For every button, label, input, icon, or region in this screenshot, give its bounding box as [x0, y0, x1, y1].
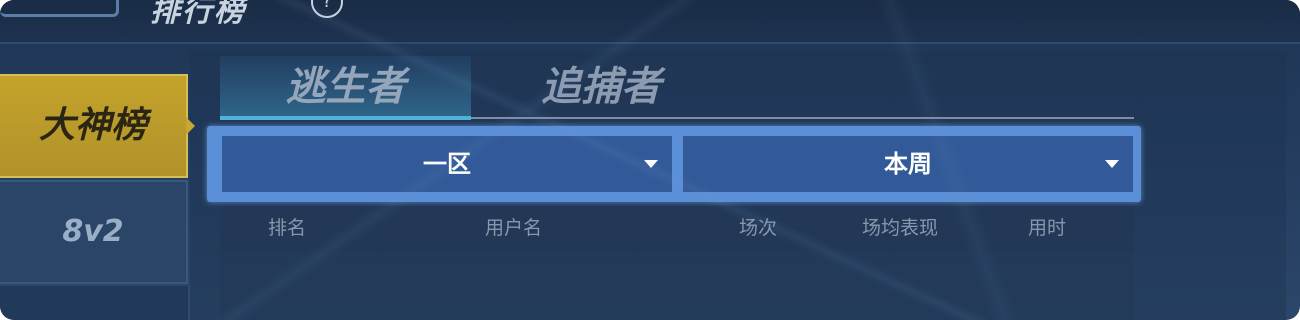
region-value: 一区 — [423, 150, 471, 178]
top-bar: 排行榜 ? — [0, 0, 1300, 44]
chevron-down-icon — [644, 160, 658, 168]
chevron-down-icon — [1105, 160, 1119, 168]
column-rank: 排名 — [268, 217, 307, 239]
page-title: 排行榜 — [150, 0, 246, 29]
period-dropdown[interactable]: 本周 — [683, 136, 1133, 192]
column-avg-performance: 场均表现 — [862, 217, 939, 239]
help-icon[interactable]: ? — [311, 0, 343, 18]
nav-active-arrow-icon — [186, 117, 195, 135]
period-value: 本周 — [884, 150, 932, 178]
logo-icon — [0, 0, 119, 17]
tab-hunter[interactable]: 追捕者 — [471, 56, 731, 118]
leaderboard-window: 排行榜 ? 大神榜 8v2 逃生者 追捕者 一区 本周 排名 用户名 场次 场均… — [0, 0, 1300, 320]
tab-survivor[interactable]: 逃生者 — [220, 56, 471, 118]
table-body — [220, 252, 1134, 320]
column-time: 用时 — [1028, 217, 1067, 239]
filter-bar: 一区 本周 — [207, 126, 1141, 202]
column-username: 用户名 — [485, 217, 543, 239]
table-header: 排名 用户名 场次 场均表现 用时 — [220, 206, 1134, 252]
nav-item-masters[interactable]: 大神榜 — [0, 74, 188, 178]
region-dropdown[interactable]: 一区 — [222, 136, 672, 192]
nav-item-8v2[interactable]: 8v2 — [0, 180, 188, 284]
tab-active-indicator — [220, 116, 471, 120]
nav-item-empty — [0, 286, 190, 320]
column-matches: 场次 — [739, 217, 778, 239]
